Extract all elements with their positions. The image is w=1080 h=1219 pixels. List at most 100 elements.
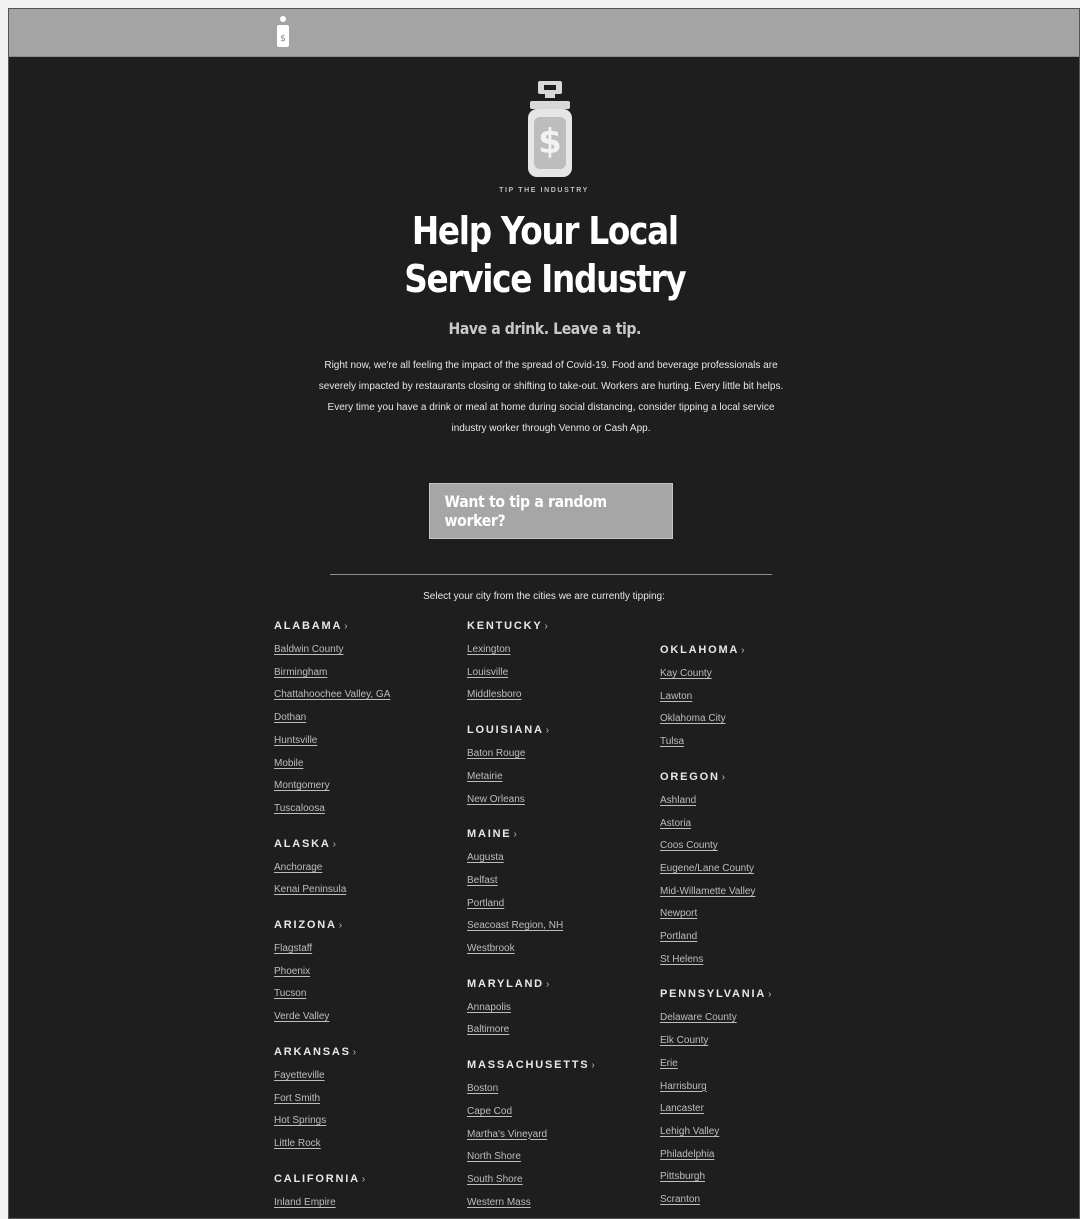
city-link[interactable]: Kenai Peninsula [274,879,454,902]
city-link[interactable]: Baltimore [467,1019,647,1042]
city-link[interactable]: Kay County [660,663,840,686]
state-name: OKLAHOMA [660,644,740,656]
city-link[interactable]: Phoenix [274,961,454,984]
state-group: KENTUCKY › Lexington Louisville Middlesboro [467,619,647,707]
city-link[interactable]: Eugene/Lane County [660,858,840,881]
state-group: MASSACHUSETTS › Boston Cape Cod Martha's Vin… [467,1058,647,1214]
state-column-2: KENTUCKY › Lexington Louisville Middlesboro L… [467,619,647,1218]
city-link[interactable]: Birmingham [274,662,454,685]
city-link[interactable]: Astoria [660,813,840,836]
city-link[interactable]: Metairie [467,766,647,789]
city-link[interactable]: Belfast [467,870,647,893]
city-link[interactable]: Huntsville [274,730,454,753]
chevron-right-icon: › [513,829,517,841]
page-title: Help Your Local Service Industry [85,207,1005,303]
city-link[interactable]: Ashland [660,790,840,813]
state-name: ARIZONA [274,919,337,932]
state-group: LOUISIANA › Baton Rouge Metairie New Orleans [467,723,647,811]
city-link[interactable]: Erie [660,1053,840,1076]
state-heading-link[interactable]: PENNSYLVANIA › [660,987,840,1002]
tip-jar-logo-icon: $ [528,81,572,177]
state-name: MAINE [467,828,512,841]
city-link[interactable]: Chattahoochee Valley, GA [274,684,454,707]
state-name: KENTUCKY [467,620,543,632]
city-link[interactable]: Philadelphia [660,1144,840,1167]
city-link[interactable]: Pittsburgh [660,1166,840,1189]
city-link[interactable]: Lehigh Valley [660,1121,840,1144]
state-heading-link[interactable]: CALIFORNIA › [274,1172,454,1187]
city-link[interactable]: Elk County [660,1030,840,1053]
city-link[interactable]: Scranton [660,1189,840,1212]
city-link[interactable]: St Helens [660,949,840,972]
title-line-2: Service Industry [404,257,686,301]
state-name: PENNSYLVANIA [660,988,767,1001]
state-heading-link[interactable]: MARYLAND › [467,977,647,992]
city-link[interactable]: Mid-Willamette Valley [660,881,840,904]
chevron-right-icon: › [332,838,336,850]
city-link[interactable]: Boston [467,1078,647,1101]
city-link[interactable]: Hot Springs [274,1110,454,1133]
state-heading-link[interactable]: LOUISIANA › [467,723,647,738]
city-link[interactable]: Inland Empire [274,1192,454,1215]
city-link[interactable]: Harrisburg [660,1076,840,1099]
city-link[interactable]: Tucson [274,983,454,1006]
state-group: CALIFORNIA › Inland Empire [274,1172,454,1215]
city-link[interactable]: Baton Rouge [467,743,647,766]
city-link[interactable]: New Orleans [467,789,647,812]
state-heading-link[interactable]: ALABAMA › [274,619,454,634]
city-link[interactable]: Seacoast Region, NH [467,915,647,938]
city-link[interactable]: Mobile [274,753,454,776]
state-group: ARKANSAS › Fayetteville Fort Smith Hot Sprin… [274,1045,454,1156]
city-link[interactable]: Oklahoma City [660,708,840,731]
state-heading-link[interactable]: MASSACHUSETTS › [467,1058,647,1073]
state-heading-link[interactable]: ARIZONA › [274,918,454,933]
chevron-right-icon: › [361,1173,366,1185]
state-name: OREGON [660,770,720,783]
city-link[interactable]: Flagstaff [274,938,454,961]
city-link[interactable]: Lancaster [660,1098,840,1121]
city-link[interactable]: Montgomery [274,775,454,798]
tip-random-worker-button[interactable]: Want to tip a random worker? [429,483,673,539]
page-subtitle: Have a drink. Leave a tip. [448,319,642,338]
city-link[interactable]: Fort Smith [274,1088,454,1111]
intro-paragraph: Right now, we're all feeling the impact … [318,360,784,434]
tip-jar-icon[interactable]: $ [275,13,291,51]
city-link[interactable]: Coos County [660,835,840,858]
city-link[interactable]: Louisville [467,662,647,685]
city-link[interactable]: Verde Valley [274,1006,454,1029]
city-link[interactable]: Baldwin County [274,639,454,662]
city-link[interactable]: Annapolis [467,997,647,1020]
city-link[interactable]: Anchorage [274,857,454,880]
city-link[interactable]: Tulsa [660,731,840,754]
city-link[interactable]: Portland [660,926,840,949]
city-link[interactable]: Portland [467,893,647,916]
city-link[interactable]: Middlesboro [467,684,647,707]
city-link[interactable]: Lawton [660,686,840,709]
tip-random-worker-label: Want to tip a random worker? [444,492,608,530]
city-link[interactable]: Little Rock [274,1133,454,1156]
city-link[interactable]: Newport [660,903,840,926]
state-heading-link[interactable]: MAINE › [467,827,647,842]
state-name: MASSACHUSETTS [467,1059,590,1072]
city-link[interactable]: Delaware County [660,1007,840,1030]
city-link[interactable]: Fayetteville [274,1065,454,1088]
city-link[interactable]: North Shore [467,1146,647,1169]
city-link[interactable]: Dothan [274,707,454,730]
city-link[interactable]: Western Mass [467,1192,647,1215]
state-heading-link[interactable]: OKLAHOMA › [660,643,840,658]
title-line-1: Help Your Local [411,209,679,253]
city-link[interactable]: Tuscaloosa [274,798,454,821]
city-link[interactable]: Westbrook [467,938,647,961]
state-heading-link[interactable]: ALASKA › [274,837,454,852]
state-heading-link[interactable]: ARKANSAS › [274,1045,454,1060]
state-heading-link[interactable]: OREGON › [660,770,840,785]
state-group: OREGON › Ashland Astoria Coos County Eugene/L… [660,770,840,972]
city-link[interactable]: Martha's Vineyard [467,1124,647,1147]
city-link[interactable]: South Shore [467,1169,647,1192]
browser-viewport: $ $ TIP THE INDUSTRY Help Your Local Ser… [8,8,1080,1219]
top-bar: $ [9,9,1079,57]
city-link[interactable]: Lexington [467,639,647,662]
city-link[interactable]: Augusta [467,847,647,870]
state-heading-link[interactable]: KENTUCKY › [467,619,647,634]
city-link[interactable]: Cape Cod [467,1101,647,1124]
